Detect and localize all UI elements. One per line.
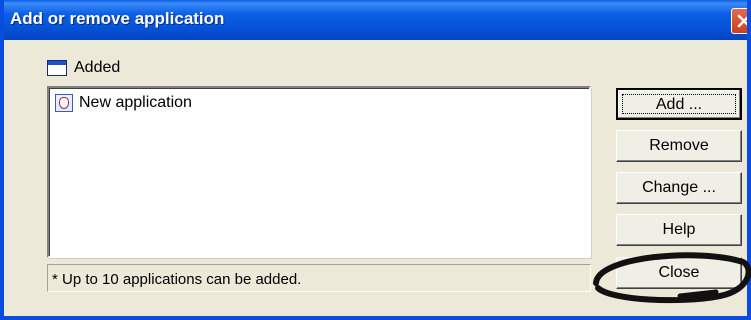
list-item-label: New application bbox=[79, 94, 192, 111]
close-button[interactable]: Close bbox=[616, 257, 742, 289]
remove-button-label: Remove bbox=[649, 137, 709, 154]
application-icon bbox=[55, 94, 73, 112]
close-button-label: Close bbox=[658, 264, 700, 281]
change-button-label: Change ... bbox=[642, 179, 716, 196]
window-close-button[interactable] bbox=[731, 8, 747, 34]
title-bar[interactable]: Add or remove application bbox=[4, 0, 747, 40]
window-icon bbox=[47, 60, 67, 76]
window-title: Add or remove application bbox=[10, 9, 225, 28]
application-list[interactable]: New application bbox=[47, 86, 591, 258]
added-label: Added bbox=[74, 59, 121, 76]
add-button-label: Add ... bbox=[655, 96, 703, 113]
add-button[interactable]: Add ... bbox=[616, 88, 742, 120]
remove-button[interactable]: Remove bbox=[616, 130, 742, 162]
close-x-icon bbox=[737, 14, 747, 28]
help-button[interactable]: Help bbox=[616, 214, 742, 246]
help-button-label: Help bbox=[662, 221, 696, 238]
change-button[interactable]: Change ... bbox=[616, 172, 742, 204]
status-text: * Up to 10 applications can be added. bbox=[47, 264, 591, 292]
dialog-window: Add or remove application Added New appl… bbox=[0, 0, 751, 320]
